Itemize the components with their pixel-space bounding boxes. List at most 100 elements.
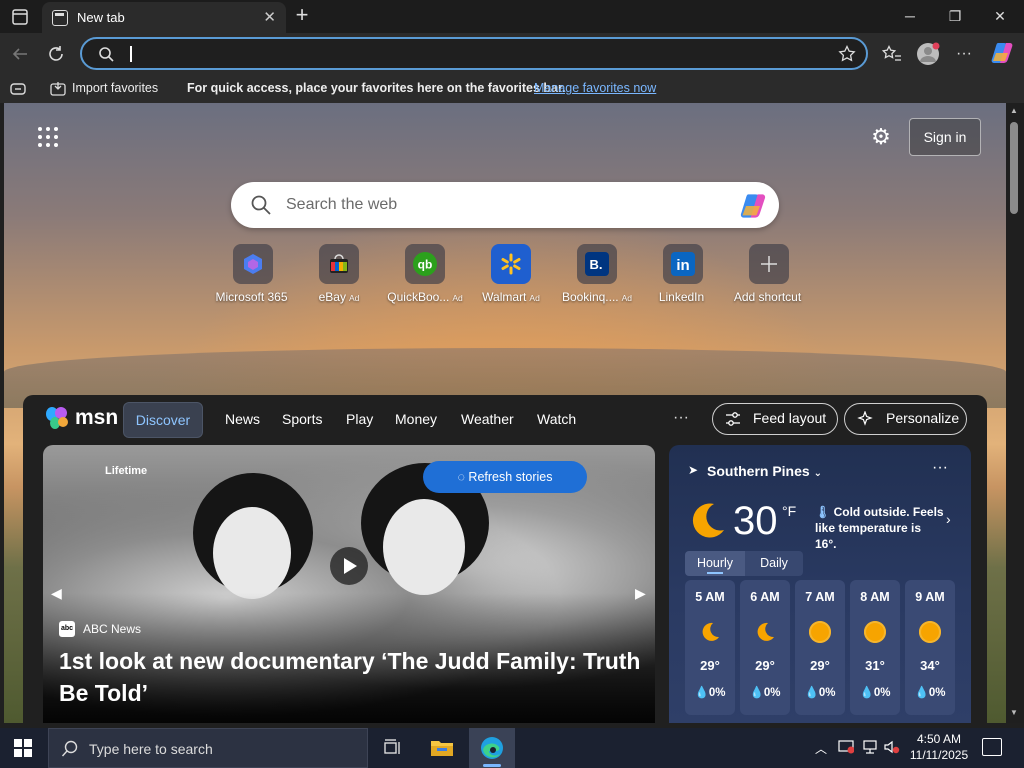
hourly-forecast-card[interactable]: 8 AM 31° 💧0% — [850, 580, 900, 715]
feed-layout-label: Feed layout — [753, 410, 827, 426]
ad-badge: Ad — [452, 293, 463, 303]
import-favorites-icon — [50, 82, 66, 96]
tab-sports[interactable]: Sports — [282, 411, 322, 427]
copilot-icon[interactable] — [990, 41, 1014, 65]
sliders-icon — [726, 412, 740, 426]
address-input-caret[interactable] — [130, 46, 132, 62]
windows-start-icon[interactable] — [14, 739, 32, 757]
browser-tab[interactable]: New tab ✕ — [42, 2, 286, 33]
favorites-button[interactable] — [879, 41, 905, 67]
back-button[interactable] — [7, 41, 33, 67]
tab-actions-button[interactable] — [8, 6, 32, 28]
profile-button[interactable] — [915, 41, 941, 67]
hero-image — [213, 507, 291, 599]
favorite-star-icon[interactable] — [838, 45, 856, 63]
back-arrow-icon — [12, 48, 27, 60]
raindrop-icon: 💧 — [749, 687, 764, 699]
tray-overflow-chevron-icon[interactable]: ︿ — [815, 740, 827, 757]
walmart-icon — [491, 244, 531, 284]
shortcut-linkedin[interactable]: in LinkedIn — [640, 244, 726, 304]
file-explorer-button[interactable] — [419, 728, 465, 768]
profile-avatar-icon — [917, 42, 940, 65]
play-video-icon[interactable] — [330, 547, 368, 585]
tab-money[interactable]: Money — [395, 411, 437, 427]
weather-location[interactable]: Southern Pines ⌄ — [707, 463, 822, 479]
shortcut-label: Bookinq.... — [561, 290, 619, 304]
scroll-down-icon[interactable]: ▼ — [1009, 708, 1019, 717]
import-favorites-button[interactable]: Import favorites — [72, 81, 158, 95]
svg-text:in: in — [676, 257, 689, 274]
story-headline[interactable]: 1st look at new documentary ‘The Judd Fa… — [59, 645, 649, 709]
refresh-icon — [49, 46, 63, 61]
page-settings-gear-icon[interactable]: ⚙ — [868, 125, 894, 151]
close-window-button[interactable]: ✕ — [980, 4, 1020, 28]
tab-close-icon[interactable]: ✕ — [263, 8, 276, 26]
scroll-up-icon[interactable]: ▲ — [1009, 106, 1019, 115]
notification-center-icon[interactable] — [982, 738, 1002, 756]
web-search-box[interactable]: Search the web — [231, 182, 779, 228]
carousel-next-icon[interactable]: ▶ — [635, 585, 646, 602]
address-bar[interactable] — [80, 37, 868, 70]
settings-and-more-button[interactable]: ··· — [951, 41, 977, 67]
new-tab-button[interactable]: + — [290, 4, 314, 28]
taskbar-search-box[interactable]: Type here to search — [48, 728, 368, 768]
tab-news[interactable]: News — [225, 411, 260, 427]
shortcut-booking[interactable]: B. Bookinq.... Ad — [554, 244, 640, 304]
ad-badge: Ad — [348, 293, 360, 303]
network-icon[interactable] — [862, 740, 878, 757]
booking-icon: B. — [577, 244, 617, 284]
personalize-button[interactable]: Personalize — [844, 403, 967, 435]
refresh-stories-button[interactable]: ◌ Refresh stories — [423, 461, 587, 493]
network-alert-icon[interactable] — [838, 740, 855, 757]
new-tab-page: ⚙ Sign in Search the web Microsoft 365 e… — [4, 103, 1006, 723]
shortcut-ebay[interactable]: eBay Ad — [296, 244, 382, 304]
restore-button[interactable]: ❐ — [935, 4, 975, 28]
hourly-forecast-card[interactable]: 6 AM 29° 💧0% — [740, 580, 790, 715]
system-clock[interactable]: 4:50 AM 11/11/2025 — [904, 731, 974, 763]
feed-layout-button[interactable]: Feed layout — [712, 403, 838, 435]
copilot-search-icon[interactable] — [739, 192, 767, 220]
more-tabs-button[interactable]: ··· — [673, 409, 689, 427]
refresh-button[interactable] — [43, 41, 69, 67]
shortcut-walmart[interactable]: Walmart Ad — [468, 244, 554, 304]
volume-muted-icon[interactable] — [884, 740, 900, 757]
tab-play[interactable]: Play — [346, 411, 373, 427]
app-launcher-icon[interactable] — [38, 127, 58, 147]
tab-daily[interactable]: Daily — [745, 551, 803, 576]
shortcut-quickbooks[interactable]: qb QuickBoo... Ad — [382, 244, 468, 304]
scrollbar-thumb[interactable] — [1010, 122, 1018, 214]
minimize-button[interactable]: ─ — [890, 4, 930, 28]
carousel-prev-icon[interactable]: ◀ — [51, 585, 62, 602]
msn-butterfly-icon — [46, 407, 68, 429]
svg-text:qb: qb — [418, 258, 433, 272]
hourly-forecast-card[interactable]: 9 AM 34° 💧0% — [905, 580, 955, 715]
tab-weather[interactable]: Weather — [461, 411, 514, 427]
weather-more-button[interactable]: ··· — [932, 459, 948, 477]
tab-hourly[interactable]: Hourly — [685, 551, 745, 576]
msn-feed: msn Discover News Sports Play Money Weat… — [23, 395, 987, 723]
hero-story-card[interactable]: Lifetime ◌ Refresh stories ◀ ▶ abc ABC N… — [43, 445, 655, 723]
manage-favorites-link[interactable]: Manage favorites now — [534, 81, 656, 95]
shortcut-label: Walmart — [482, 290, 527, 304]
browser-toolbar: ··· — [0, 33, 1024, 75]
chevron-right-icon[interactable]: › — [946, 511, 951, 527]
tab-discover[interactable]: Discover — [123, 402, 203, 438]
moon-icon — [702, 622, 719, 641]
forecast-time: 8 AM — [860, 590, 890, 604]
web-search-placeholder[interactable]: Search the web — [286, 196, 397, 214]
sidebar-toggle-icon[interactable] — [10, 83, 26, 95]
sign-in-button[interactable]: Sign in — [909, 118, 981, 156]
msn-logo[interactable]: msn — [45, 404, 118, 432]
hourly-forecast-card[interactable]: 5 AM 29° 💧0% — [685, 580, 735, 715]
hourly-forecast-card[interactable]: 7 AM 29° 💧0% — [795, 580, 845, 715]
add-shortcut-button[interactable]: Add shortcut — [726, 244, 812, 304]
weather-summary[interactable]: 🌡 Cold outside. Feels like temperature i… — [815, 504, 945, 552]
sparkle-icon — [857, 411, 873, 426]
hero-channel-label: Lifetime — [105, 465, 148, 477]
edge-browser-button[interactable] — [469, 728, 515, 768]
tab-watch[interactable]: Watch — [537, 411, 576, 427]
favorites-bar-message: For quick access, place your favorites h… — [187, 81, 566, 95]
shortcut-label: Add shortcut — [733, 290, 802, 304]
task-view-button[interactable] — [370, 728, 416, 768]
shortcut-microsoft-365[interactable]: Microsoft 365 — [210, 244, 296, 304]
